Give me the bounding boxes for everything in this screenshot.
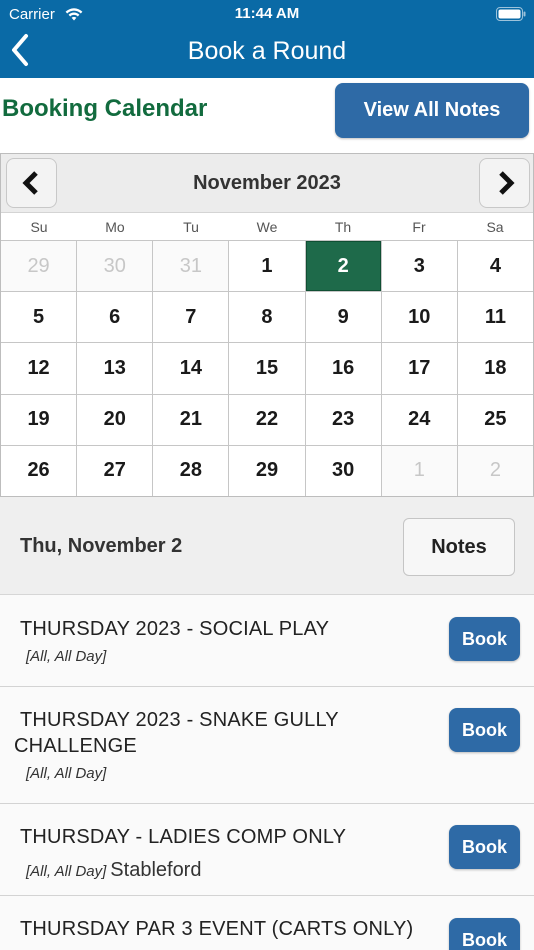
calendar-day[interactable]: 10 bbox=[381, 292, 457, 343]
calendar-day[interactable]: 21 bbox=[153, 394, 229, 445]
calendar-month-label: November 2023 bbox=[193, 172, 341, 194]
event-item: THURSDAY PAR 3 EVENT (CARTS ONLY) Book bbox=[0, 896, 534, 950]
battery-icon bbox=[496, 7, 526, 21]
calendar-day[interactable]: 29 bbox=[1, 241, 77, 292]
next-month-button[interactable] bbox=[479, 158, 530, 208]
calendar-day[interactable]: 31 bbox=[153, 241, 229, 292]
calendar-day[interactable]: 9 bbox=[305, 292, 381, 343]
calendar-day[interactable]: 15 bbox=[229, 343, 305, 394]
calendar-day[interactable]: 27 bbox=[77, 445, 153, 496]
event-format: Stableford bbox=[110, 859, 202, 881]
event-meta: [All, All Day] bbox=[26, 765, 107, 782]
calendar-day[interactable]: 6 bbox=[77, 292, 153, 343]
event-item: THURSDAY 2023 - SNAKE GULLY CHALLENGE [A… bbox=[0, 687, 534, 804]
calendar-day[interactable]: 12 bbox=[1, 343, 77, 394]
event-title: THURSDAY - LADIES COMP ONLY bbox=[20, 826, 347, 848]
view-all-notes-button[interactable]: View All Notes bbox=[335, 83, 529, 138]
calendar-day[interactable]: 30 bbox=[305, 445, 381, 496]
selected-date-bar: Thu, November 2 Notes bbox=[0, 497, 534, 595]
event-meta: [All, All Day] bbox=[26, 648, 107, 665]
event-meta: [All, All Day] bbox=[26, 863, 107, 880]
calendar-day[interactable]: 1 bbox=[381, 445, 457, 496]
weekday-label: Tu bbox=[183, 219, 199, 235]
status-bar: Carrier 11:44 AM bbox=[0, 0, 534, 28]
calendar-day[interactable]: 8 bbox=[229, 292, 305, 343]
event-meta-row: [All, All Day] Stableford bbox=[26, 858, 201, 884]
weekday-label: Su bbox=[30, 219, 48, 235]
calendar-day[interactable]: 25 bbox=[457, 394, 533, 445]
calendar-day[interactable]: 16 bbox=[305, 343, 381, 394]
book-button[interactable]: Book bbox=[449, 617, 520, 661]
calendar-day[interactable]: 20 bbox=[77, 394, 153, 445]
weekday-label: Fr bbox=[412, 219, 426, 235]
calendar-day[interactable]: 7 bbox=[153, 292, 229, 343]
event-title: THURSDAY PAR 3 EVENT (CARTS ONLY) bbox=[20, 918, 414, 940]
weekday-label: We bbox=[256, 219, 278, 235]
weekday-row: Su Mo Tu We Th Fr Sa bbox=[1, 212, 533, 240]
weekday-label: Th bbox=[334, 219, 352, 235]
calendar-day[interactable]: 17 bbox=[381, 343, 457, 394]
event-item: THURSDAY - LADIES COMP ONLY [All, All Da… bbox=[0, 804, 534, 896]
weekday-label: Sa bbox=[486, 219, 504, 235]
calendar-day-selected[interactable]: 2 bbox=[305, 241, 381, 292]
calendar-day[interactable]: 1 bbox=[229, 241, 305, 292]
calendar-day-grid: 29 30 31 1 2 3 4 5 6 7 8 9 10 11 12 13 14 15 16 17 18 19 20 21 2… bbox=[1, 240, 533, 496]
calendar-day[interactable]: 29 bbox=[229, 445, 305, 496]
calendar-day[interactable]: 23 bbox=[305, 394, 381, 445]
page-title: Book a Round bbox=[187, 37, 347, 65]
calendar-day[interactable]: 14 bbox=[153, 343, 229, 394]
calendar-day[interactable]: 18 bbox=[457, 343, 533, 394]
calendar-day[interactable]: 24 bbox=[381, 394, 457, 445]
calendar-day[interactable]: 11 bbox=[457, 292, 533, 343]
book-button[interactable]: Book bbox=[449, 918, 520, 950]
weekday-label: Mo bbox=[105, 219, 125, 235]
calendar-day[interactable]: 5 bbox=[1, 292, 77, 343]
calendar: November 2023 Su Mo Tu We Th Fr Sa 29 30 3… bbox=[0, 153, 534, 497]
chevron-right-icon bbox=[498, 171, 515, 195]
event-title: THURSDAY 2023 - SNAKE GULLY CHALLENGE bbox=[14, 709, 339, 757]
selected-date-label: Thu, November 2 bbox=[20, 535, 183, 557]
event-list: THURSDAY 2023 - SOCIAL PLAY [All, All Da… bbox=[0, 595, 534, 950]
calendar-day[interactable]: 22 bbox=[229, 394, 305, 445]
event-item: THURSDAY 2023 - SOCIAL PLAY [All, All Da… bbox=[0, 595, 534, 687]
calendar-day[interactable]: 19 bbox=[1, 394, 77, 445]
calendar-day[interactable]: 28 bbox=[153, 445, 229, 496]
calendar-day[interactable]: 2 bbox=[457, 445, 533, 496]
book-button[interactable]: Book bbox=[449, 825, 520, 869]
book-button[interactable]: Book bbox=[449, 708, 520, 752]
calendar-day[interactable]: 3 bbox=[381, 241, 457, 292]
clock-label: 11:44 AM bbox=[234, 5, 300, 22]
calendar-header: November 2023 bbox=[1, 154, 533, 212]
event-title: THURSDAY 2023 - SOCIAL PLAY bbox=[20, 618, 330, 640]
top-bar: Carrier 11:44 AM Book a Round bbox=[0, 0, 534, 78]
calendar-day[interactable]: 30 bbox=[77, 241, 153, 292]
calendar-day[interactable]: 26 bbox=[1, 445, 77, 496]
notes-button[interactable]: Notes bbox=[403, 518, 515, 576]
calendar-day[interactable]: 4 bbox=[457, 241, 533, 292]
booking-calendar-heading: Booking Calendar bbox=[2, 95, 208, 122]
calendar-day[interactable]: 13 bbox=[77, 343, 153, 394]
